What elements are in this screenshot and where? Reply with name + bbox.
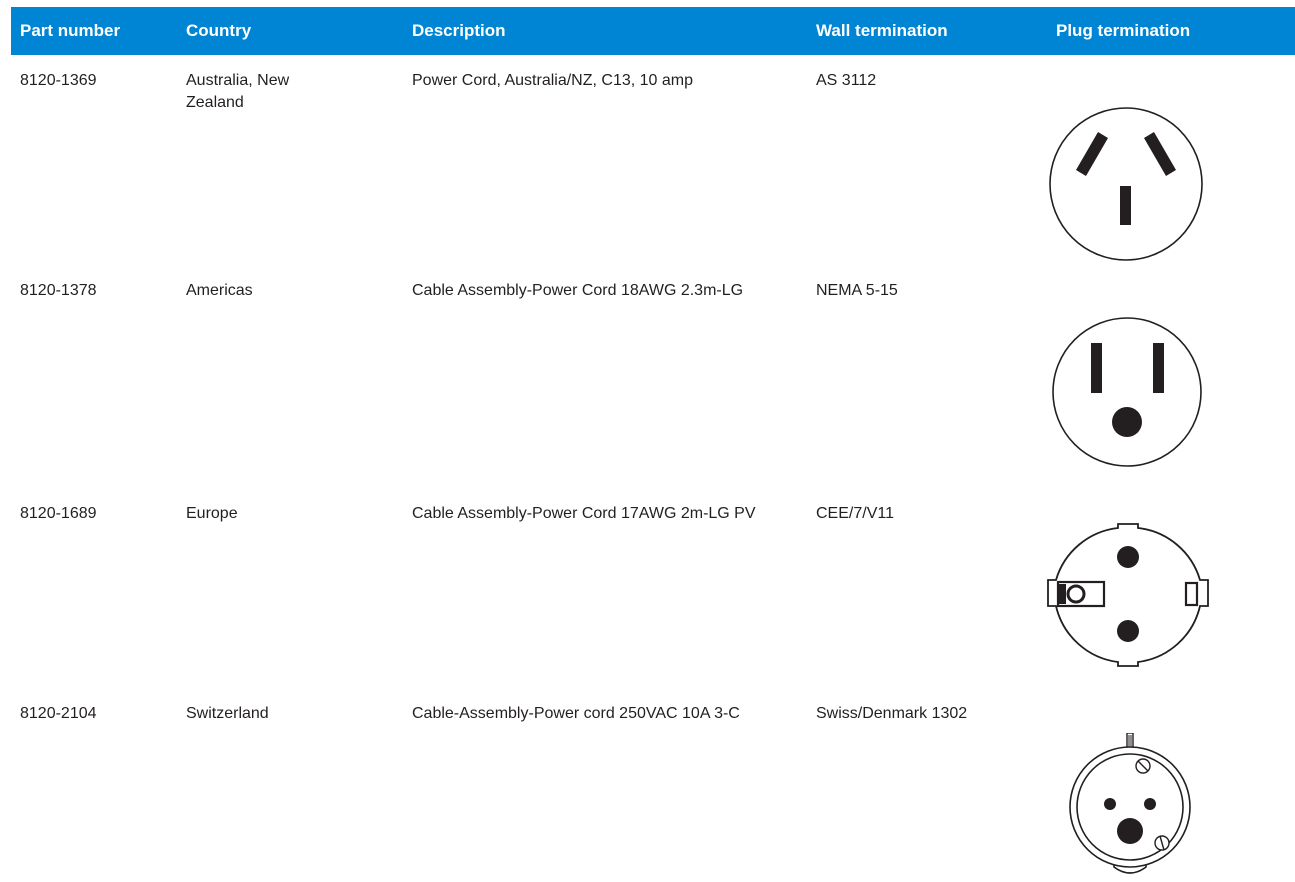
description-cell: Cable Assembly-Power Cord 17AWG 2m-LG PV: [412, 505, 756, 522]
country-cell: Switzerland: [186, 705, 269, 722]
description-cell: Power Cord, Australia/NZ, C13, 10 amp: [412, 72, 694, 89]
country-cell: Americas: [186, 282, 253, 299]
part-number-cell: 8120-1689: [20, 505, 97, 522]
country-cell: Europe: [186, 505, 238, 522]
part-number-cell: 8120-1378: [20, 282, 97, 299]
header-country: Country: [186, 21, 252, 40]
header-plug-termination: Plug termination: [1056, 21, 1191, 40]
header-wall-termination: Wall termination: [816, 21, 948, 40]
wall-termination-cell: CEE/7/V11: [816, 505, 894, 522]
swiss-plug-icon: [1069, 733, 1191, 874]
header-part-number: Part number: [20, 21, 121, 40]
wall-termination-cell: NEMA 5-15: [816, 282, 898, 299]
cee-7-plug-icon: [1047, 523, 1209, 667]
description-cell: Cable-Assembly-Power cord 250VAC 10A 3-C: [412, 705, 740, 722]
country-cell: Australia, New Zealand: [186, 72, 290, 111]
wall-termination-cell: Swiss/Denmark 1302: [816, 705, 968, 722]
wall-termination-cell: AS 3112: [816, 72, 877, 89]
table-header: Part number Country Description Wall ter…: [11, 7, 1295, 55]
part-number-cell: 8120-1369: [20, 72, 97, 89]
nema-5-15-plug-icon: [1052, 317, 1202, 467]
power-cord-table: Part number Country Description Wall ter…: [11, 7, 1295, 55]
header-description: Description: [412, 21, 506, 40]
part-number-cell: 8120-2104: [20, 705, 97, 722]
description-cell: Cable Assembly-Power Cord 18AWG 2.3m-LG: [412, 282, 744, 299]
australia-plug-icon: [1049, 107, 1203, 261]
